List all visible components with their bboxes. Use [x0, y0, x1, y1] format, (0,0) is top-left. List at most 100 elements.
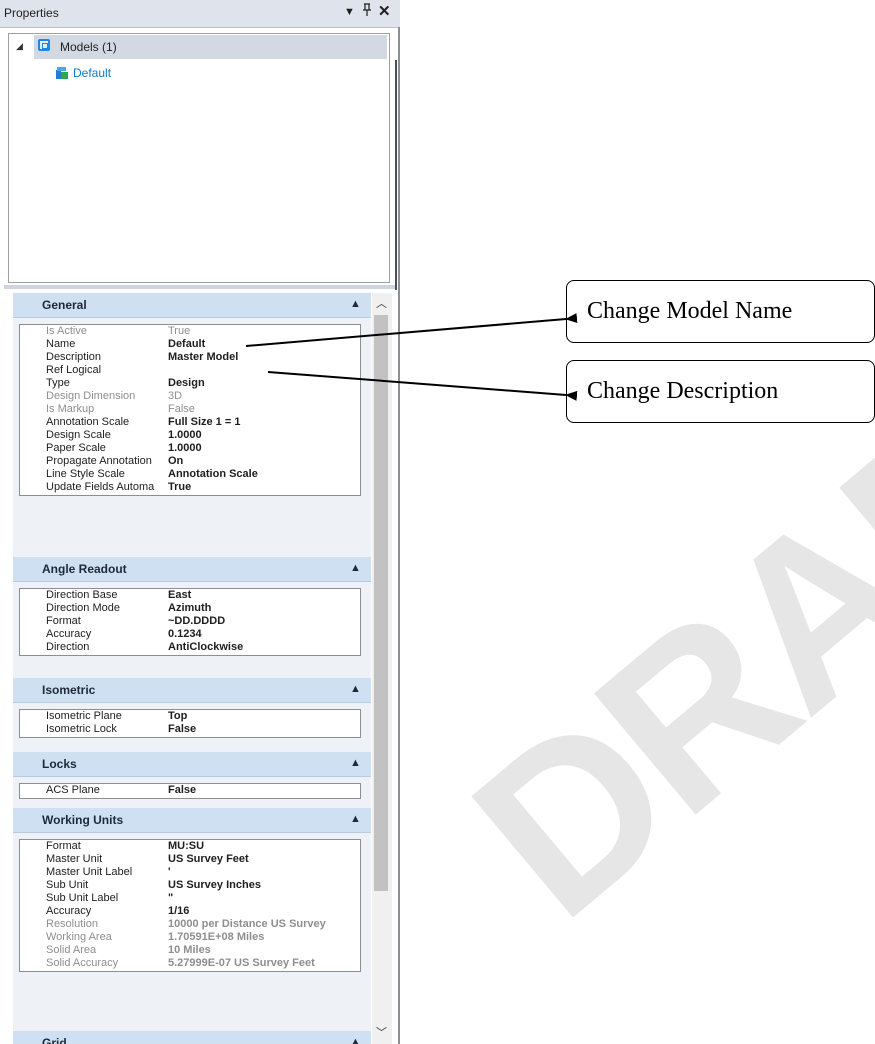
property-value[interactable]: Azimuth	[168, 602, 211, 615]
property-value[interactable]: False	[168, 723, 196, 736]
property-row[interactable]: Design Dimension 3D	[20, 390, 360, 403]
scroll-thumb[interactable]	[374, 315, 388, 891]
expand-triangle-icon[interactable]: ◢	[16, 41, 23, 52]
property-row[interactable]: Direction AntiClockwise	[20, 641, 360, 654]
vertical-scrollbar[interactable]: ︿ ﹀	[372, 293, 392, 1044]
property-value[interactable]: Default	[168, 338, 205, 351]
property-row[interactable]: Direction Mode Azimuth	[20, 602, 360, 615]
section-header[interactable]: Grid ▲	[13, 1031, 371, 1044]
callout-change-description: Change Description	[566, 360, 875, 423]
property-value[interactable]: '	[168, 866, 171, 879]
property-row[interactable]: Design Scale 1.0000	[20, 429, 360, 442]
property-row[interactable]: Master Unit Label '	[20, 866, 360, 879]
property-row[interactable]: Line Style Scale Annotation Scale	[20, 468, 360, 481]
property-name: Master Unit	[46, 853, 103, 865]
property-name: Accuracy	[46, 628, 92, 640]
property-name: Sub Unit	[46, 879, 89, 891]
property-row[interactable]: Format MU:SU	[20, 840, 360, 853]
property-rows: Is Active True Name Default Description Maste…	[19, 324, 361, 496]
property-value[interactable]: Annotation Scale	[168, 468, 258, 481]
property-name: Solid Area	[46, 944, 97, 956]
property-row[interactable]: Paper Scale 1.0000	[20, 442, 360, 455]
dropdown-menu-icon[interactable]: ▼	[344, 3, 355, 21]
panel-splitter[interactable]	[4, 285, 396, 289]
property-row[interactable]: Solid Accuracy 5.27999E-07 US Survey Feet	[20, 957, 360, 970]
property-value[interactable]: Full Size 1 = 1	[168, 416, 240, 429]
tree-item-models[interactable]: Models (1)	[34, 35, 387, 59]
property-value[interactable]: US Survey Inches	[168, 879, 261, 892]
property-value[interactable]: MU:SU	[168, 840, 204, 853]
property-value: 5.27999E-07 US Survey Feet	[168, 957, 315, 969]
property-value[interactable]: True	[168, 481, 191, 494]
property-name: Format	[46, 615, 81, 627]
collapse-chevron-icon[interactable]: ▲	[350, 1036, 361, 1044]
section-header[interactable]: General ▲	[13, 293, 371, 318]
property-row[interactable]: ACS Plane False	[20, 784, 360, 797]
property-name: Type	[46, 377, 70, 389]
property-row[interactable]: Type Design	[20, 377, 360, 390]
close-icon[interactable]: ✕	[378, 3, 391, 21]
property-value[interactable]: On	[168, 455, 183, 468]
callout-change-model-name: Change Model Name	[566, 280, 875, 343]
property-row[interactable]: Working Area 1.70591E+08 Miles	[20, 931, 360, 944]
property-row[interactable]: Format ~DD.DDDD	[20, 615, 360, 628]
property-rows: Isometric Plane Top Isometric Lock False	[19, 709, 361, 738]
collapse-chevron-icon[interactable]: ▲	[350, 813, 361, 825]
property-value[interactable]: Top	[168, 710, 187, 723]
section-header[interactable]: Working Units ▲	[13, 808, 371, 833]
property-row[interactable]: Is Active True	[20, 325, 360, 338]
property-value[interactable]: 1/16	[168, 905, 189, 918]
property-row[interactable]: Sub Unit US Survey Inches	[20, 879, 360, 892]
property-value[interactable]: East	[168, 589, 191, 602]
scroll-down-icon[interactable]: ﹀	[376, 1024, 387, 1040]
property-row[interactable]: Direction Base East	[20, 589, 360, 602]
tree-item-models-label: Models (1)	[60, 40, 117, 54]
properties-panel: Properties ▼ ✕ ◢ Models (1) Default Gene…	[0, 0, 400, 1044]
property-row[interactable]: Accuracy 0.1234	[20, 628, 360, 641]
property-row[interactable]: Accuracy 1/16	[20, 905, 360, 918]
property-row[interactable]: Isometric Plane Top	[20, 710, 360, 723]
property-value[interactable]: 1.0000	[168, 429, 202, 442]
property-value[interactable]: False	[168, 784, 196, 797]
property-value[interactable]: AntiClockwise	[168, 641, 243, 654]
section-title: General	[42, 298, 87, 312]
property-name: Sub Unit Label	[46, 892, 119, 904]
property-rows: Direction Base East Direction Mode Azimuth F…	[19, 588, 361, 656]
section-header[interactable]: Angle Readout ▲	[13, 557, 371, 582]
property-row[interactable]: Solid Area 10 Miles	[20, 944, 360, 957]
property-row[interactable]: Is Markup False	[20, 403, 360, 416]
property-row[interactable]: Isometric Lock False	[20, 723, 360, 736]
property-row[interactable]: Resolution 10000 per Distance US Survey	[20, 918, 360, 931]
property-value[interactable]: US Survey Feet	[168, 853, 249, 866]
property-value[interactable]: 0.1234	[168, 628, 202, 641]
property-row[interactable]: Description Master Model	[20, 351, 360, 364]
scroll-up-icon[interactable]: ︿	[376, 295, 387, 311]
property-value[interactable]: Design	[168, 377, 205, 390]
property-name: Master Unit Label	[46, 866, 133, 878]
property-value[interactable]: Master Model	[168, 351, 238, 364]
property-name: Working Area	[46, 931, 112, 943]
section-header[interactable]: Locks ▲	[13, 752, 371, 777]
property-name: Is Active	[46, 325, 87, 337]
property-row[interactable]: Update Fields Automa True	[20, 481, 360, 494]
collapse-chevron-icon[interactable]: ▲	[350, 757, 361, 769]
collapse-chevron-icon[interactable]: ▲	[350, 298, 361, 310]
property-name: Isometric Plane	[46, 710, 122, 722]
property-rows: ACS Plane False	[19, 783, 361, 799]
property-value[interactable]: 1.0000	[168, 442, 202, 455]
collapse-chevron-icon[interactable]: ▲	[350, 562, 361, 574]
property-row[interactable]: Propagate Annotation On	[20, 455, 360, 468]
property-name: Accuracy	[46, 905, 92, 917]
collapse-chevron-icon[interactable]: ▲	[350, 683, 361, 695]
property-row[interactable]: Master Unit US Survey Feet	[20, 853, 360, 866]
section-header[interactable]: Isometric ▲	[13, 678, 371, 703]
property-row[interactable]: Ref Logical	[20, 364, 360, 377]
section-title: Angle Readout	[42, 562, 127, 576]
property-row[interactable]: Sub Unit Label "	[20, 892, 360, 905]
pin-icon[interactable]	[362, 3, 372, 22]
property-row[interactable]: Annotation Scale Full Size 1 = 1	[20, 416, 360, 429]
property-value[interactable]: "	[168, 892, 173, 905]
property-row[interactable]: Name Default	[20, 338, 360, 351]
panel-border	[398, 27, 400, 1044]
property-value[interactable]: ~DD.DDDD	[168, 615, 225, 628]
